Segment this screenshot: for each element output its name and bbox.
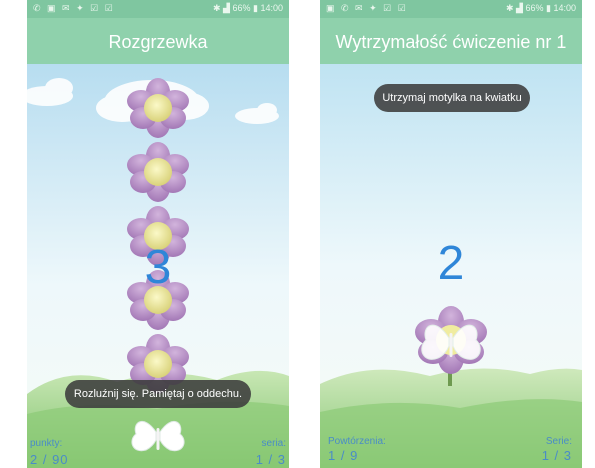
toast-message: Rozluźnij się. Pamiętaj o oddechu.: [65, 380, 251, 408]
battery-icon: ▮: [546, 3, 551, 13]
page-title: Wytrzymałość ćwiczenie nr 1: [320, 18, 582, 64]
clock: 14:00: [553, 3, 576, 13]
battery-percent: 66%: [525, 3, 544, 13]
bluetooth-icon: ✱: [212, 3, 221, 13]
warmup-screen: ✆ ▣ ✉ ✦ ☑ ☑ ✱ ▟ 66% ▮ 14:00 Rozgrzewka 3…: [27, 0, 289, 468]
status-right: ✱ ▟ 66% ▮ 14:00: [213, 3, 283, 14]
countdown-number: 2: [437, 237, 465, 290]
series-label: seria:: [261, 438, 286, 449]
exercise-scene: Utrzymaj motylka na kwiatku 2 Powtórzeni…: [320, 64, 582, 468]
signal-icon: ▟: [223, 3, 230, 13]
repetitions-value: 1 / 9: [328, 448, 359, 463]
clock: 14:00: [260, 3, 283, 13]
exercise-scene: 3 Rozluźnij się. Pamiętaj o oddechu. pun…: [27, 64, 289, 468]
points-value: 2 / 90: [30, 452, 69, 467]
endurance-screen: ▣ ✆ ✉ ✦ ☑ ☑ ✱ ▟ 66% ▮ 14:00 Wytrzymałość…: [320, 0, 582, 468]
status-right: ✱ ▟ 66% ▮ 14:00: [506, 3, 576, 14]
series-label: Serie:: [545, 436, 572, 447]
series-value: 1 / 3: [255, 452, 286, 467]
battery-icon: ▮: [253, 3, 258, 13]
page-title: Rozgrzewka: [27, 18, 289, 64]
repetitions-label: Powtórzenia:: [328, 436, 386, 447]
points-label: punkty:: [30, 438, 63, 449]
toast-message: Utrzymaj motylka na kwiatku: [374, 84, 530, 112]
signal-icon: ▟: [516, 3, 523, 13]
bluetooth-icon: ✱: [505, 3, 514, 13]
series-value: 1 / 3: [541, 448, 572, 463]
countdown-number: 3: [144, 241, 172, 294]
battery-percent: 66%: [232, 3, 251, 13]
notification-icons: ▣ ✆ ✉ ✦ ☑ ☑: [326, 3, 408, 13]
status-bar: ✆ ▣ ✉ ✦ ☑ ☑ ✱ ▟ 66% ▮ 14:00: [27, 0, 289, 18]
status-bar: ▣ ✆ ✉ ✦ ☑ ☑ ✱ ▟ 66% ▮ 14:00: [320, 0, 582, 18]
notification-icons: ✆ ▣ ✉ ✦ ☑ ☑: [33, 3, 115, 13]
